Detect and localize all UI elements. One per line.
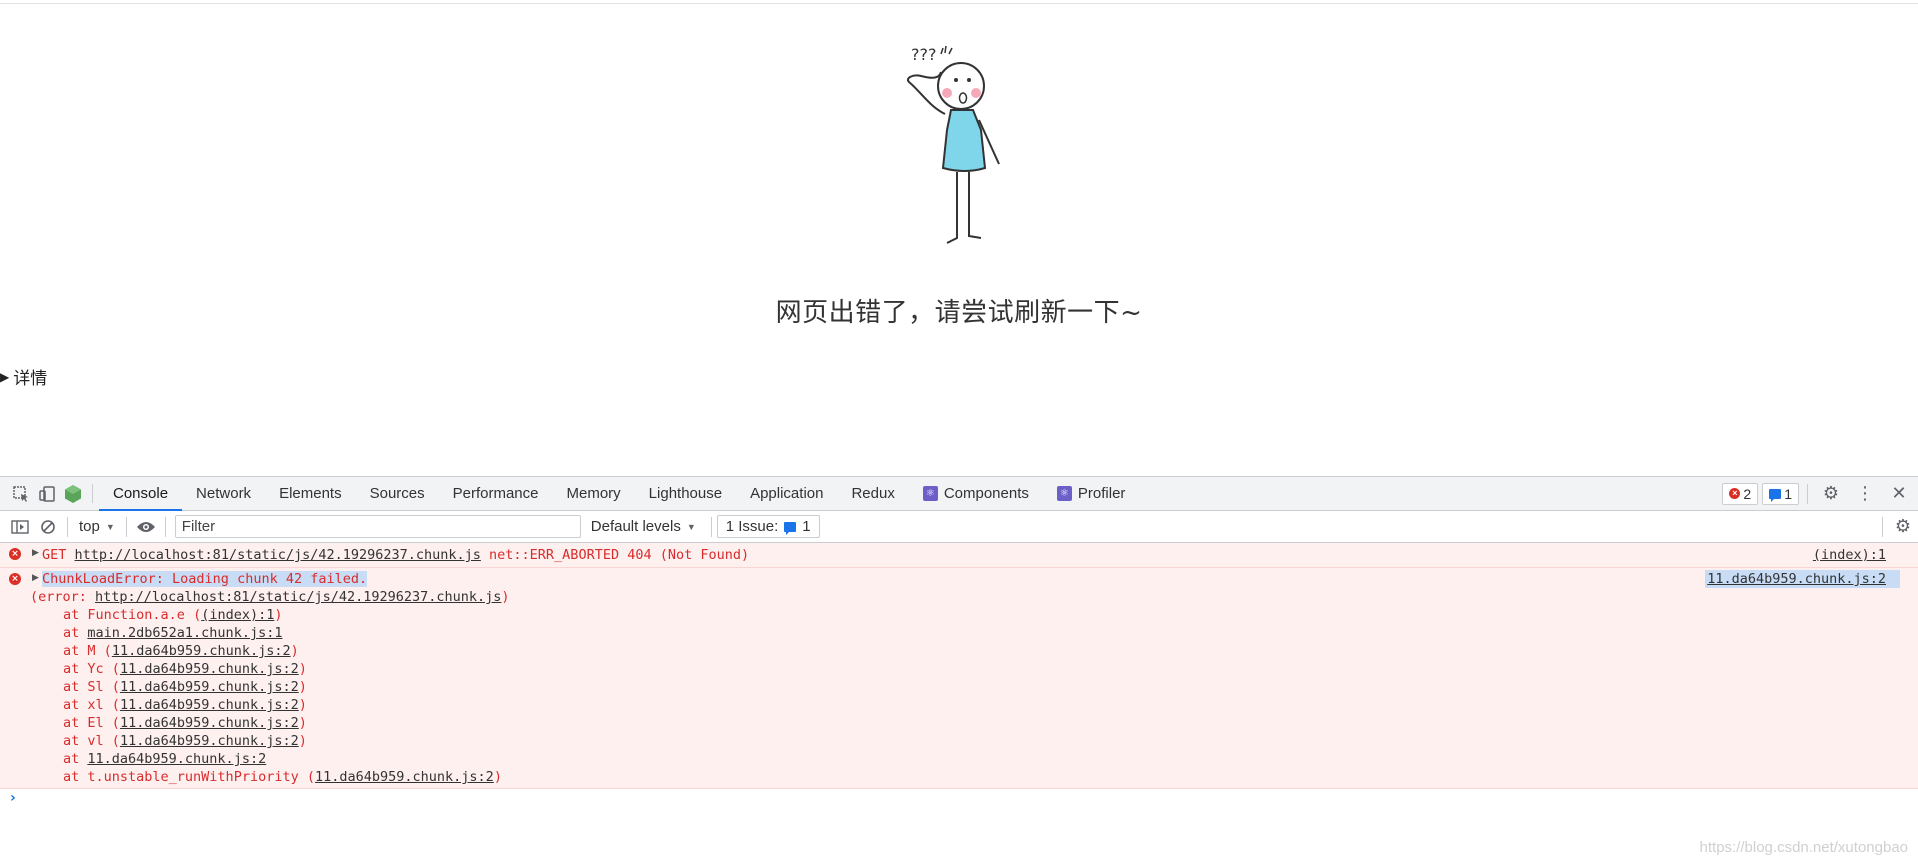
react-icon: ⚛ (922, 486, 938, 501)
source-link[interactable]: (index):1 (1813, 546, 1886, 564)
error-count-badge[interactable]: × 2 (1722, 482, 1759, 505)
tab-components[interactable]: ⚛ Components (909, 477, 1043, 510)
expand-triangle-icon[interactable]: ▶ (32, 548, 39, 558)
divider (1882, 516, 1883, 537)
react-icon: ⚛ (1056, 486, 1072, 501)
stack-frame-link[interactable]: 11.da64b959.chunk.js:2 (120, 679, 299, 695)
stack-frame: at 11.da64b959.chunk.js:2 (63, 751, 267, 767)
stack-frame: at vl (11.da64b959.chunk.js:2) (63, 733, 307, 749)
error-page: ??? 网页出错了，请尝试刷新一下~ ▶ 详情 (0, 0, 1918, 476)
stack-frame: at Sl (11.da64b959.chunk.js:2) (63, 679, 307, 695)
stack-frame: at main.2db652a1.chunk.js:1 (63, 625, 283, 641)
stack-frame: at t.unstable_runWithPriority (11.da64b9… (63, 769, 502, 785)
stack-frame-link[interactable]: 11.da64b959.chunk.js:2 (120, 733, 299, 749)
console-toolbar: top▼ Default levels▼ 1 Issue: 1 ⚙ (0, 511, 1918, 543)
stack-frame-link[interactable]: 11.da64b959.chunk.js:2 (315, 769, 494, 785)
divider (67, 516, 68, 537)
stack-frame-link[interactable]: 11.da64b959.chunk.js:2 (112, 643, 291, 659)
devtools-panel: Console Network Elements Sources Perform… (0, 476, 1918, 860)
message-icon (1769, 488, 1782, 502)
tab-network[interactable]: Network (182, 477, 265, 510)
divider (1807, 483, 1808, 504)
close-icon[interactable]: ✕ (1884, 477, 1914, 510)
message-count-badge[interactable]: 1 (1762, 482, 1799, 505)
stack-frame-link[interactable]: 11.da64b959.chunk.js:2 (87, 751, 266, 767)
error-url-link[interactable]: http://localhost:81/static/js/42.1929623… (95, 589, 501, 605)
console-output: × ▶ GET http://localhost:81/static/js/42… (0, 543, 1918, 806)
settings-gear-icon[interactable]: ⚙ (1816, 477, 1846, 510)
tab-application[interactable]: Application (736, 477, 837, 510)
tab-memory[interactable]: Memory (553, 477, 635, 510)
tabbar-right-controls: × 2 1 ⚙ ⋮ ✕ (1722, 477, 1918, 510)
tabbar-divider (92, 484, 93, 503)
error-icon: × (9, 548, 21, 560)
confused-stick-figure-icon: ??? (907, 45, 1000, 244)
get-error-text: GET http://localhost:81/static/js/42.192… (42, 547, 750, 563)
divider (710, 516, 712, 537)
stack-frame-link[interactable]: 11.da64b959.chunk.js:2 (120, 661, 299, 677)
console-prompt[interactable]: › (10, 790, 16, 806)
error-icon: × (1729, 488, 1741, 499)
details-toggle[interactable]: ▶ 详情 (0, 364, 47, 389)
tab-profiler[interactable]: ⚛ Profiler (1043, 477, 1140, 510)
expand-triangle-icon[interactable]: ▶ (32, 573, 39, 583)
context-selector[interactable]: top ▼ (73, 518, 121, 535)
tab-sources[interactable]: Sources (356, 477, 439, 510)
stack-frame: at M (11.da64b959.chunk.js:2) (63, 643, 299, 659)
get-url-link[interactable]: http://localhost:81/static/js/42.1929623… (75, 547, 481, 563)
tab-elements[interactable]: Elements (265, 477, 356, 510)
error-url-line: (error: http://localhost:81/static/js/42… (30, 589, 510, 605)
details-label: 详情 (13, 369, 48, 389)
extension-hexagon-icon[interactable] (60, 477, 86, 510)
devtools-tab-bar: Console Network Elements Sources Perform… (0, 477, 1918, 511)
stack-frame: at El (11.da64b959.chunk.js:2) (63, 715, 307, 731)
clear-console-icon[interactable] (34, 511, 62, 542)
live-expression-eye-icon[interactable] (132, 511, 160, 542)
log-levels-dropdown[interactable]: Default levels ▼ (581, 518, 706, 535)
show-sidebar-icon[interactable] (6, 511, 34, 542)
error-icon: × (9, 573, 21, 585)
device-toolbar-icon[interactable] (34, 477, 60, 510)
stack-frame-link[interactable]: 11.da64b959.chunk.js:2 (120, 715, 299, 731)
caret-down-icon: ▼ (105, 521, 115, 532)
tab-console[interactable]: Console (99, 477, 183, 511)
divider (125, 516, 127, 537)
stack-frame: at Function.a.e ((index):1) (63, 607, 283, 623)
stack-frame: at xl (11.da64b959.chunk.js:2) (63, 697, 307, 713)
error-title: 网页出错了，请尝试刷新一下~ (775, 298, 1143, 328)
more-options-icon[interactable]: ⋮ (1850, 477, 1880, 510)
inspect-element-icon[interactable] (8, 477, 34, 510)
stack-frame-link[interactable]: 11.da64b959.chunk.js:2 (120, 697, 299, 713)
watermark: https://blog.csdn.net/xutongbao (1699, 839, 1908, 856)
tab-redux[interactable]: Redux (837, 477, 908, 510)
stack-frame-link[interactable]: main.2db652a1.chunk.js:1 (87, 625, 282, 641)
stack-frame: at Yc (11.da64b959.chunk.js:2) (63, 661, 307, 677)
caret-down-icon: ▼ (686, 521, 696, 532)
question-marks: ??? (911, 45, 936, 64)
divider (164, 516, 166, 537)
tab-performance[interactable]: Performance (439, 477, 553, 510)
source-link[interactable]: 11.da64b959.chunk.js:2 (1705, 570, 1900, 588)
tab-lighthouse[interactable]: Lighthouse (635, 477, 736, 510)
console-settings: ⚙ (1877, 511, 1918, 542)
filter-input[interactable] (174, 515, 581, 538)
chunk-error-text: ChunkLoadError: Loading chunk 42 failed. (42, 571, 368, 587)
console-settings-gear-icon[interactable]: ⚙ (1888, 510, 1918, 543)
message-icon (784, 521, 797, 535)
console-message-get-error[interactable]: × ▶ GET http://localhost:81/static/js/42… (0, 543, 1918, 568)
issues-button[interactable]: 1 Issue: 1 (716, 515, 820, 538)
console-message-chunk-error[interactable]: × ▶ ChunkLoadError: Loading chunk 42 fai… (0, 568, 1918, 789)
stack-frame-link[interactable]: (index):1 (201, 607, 274, 623)
triangle-right-icon: ▶ (0, 369, 10, 384)
